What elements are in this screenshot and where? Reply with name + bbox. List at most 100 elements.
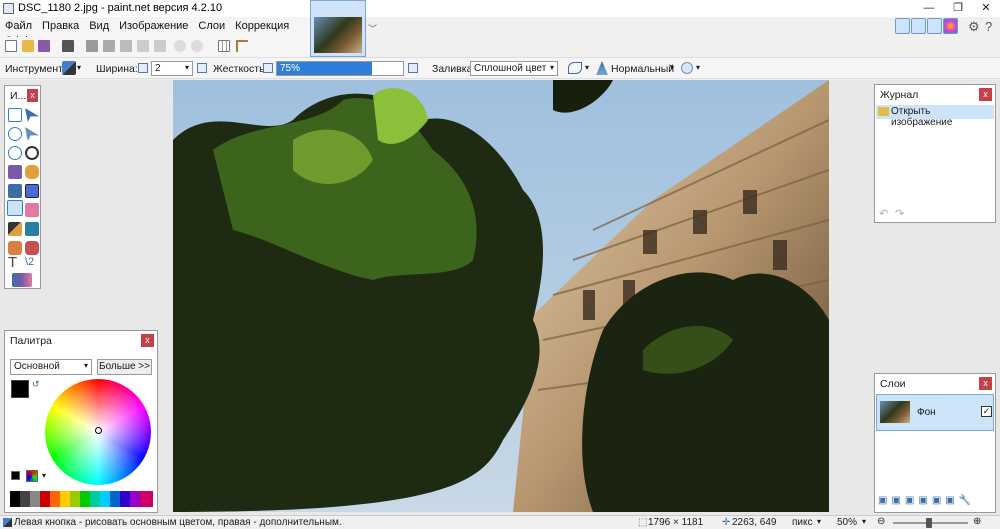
selection-dropdown-icon[interactable]: ▾ [696, 63, 700, 72]
tools-window-icon[interactable] [895, 18, 910, 34]
hardness-decrease-button[interactable] [263, 63, 273, 73]
layer-properties-icon[interactable]: 🔧 [959, 495, 975, 506]
palette-menu-icon[interactable] [26, 470, 38, 482]
redo-icon[interactable] [191, 40, 203, 52]
magic-wand-icon[interactable] [8, 165, 22, 179]
zoom-dropdown-icon[interactable]: ▾ [862, 517, 866, 526]
palette-menu-dropdown-icon[interactable]: ▾ [42, 471, 46, 480]
tool-dropdown-icon[interactable]: ▾ [77, 63, 81, 72]
menu-2[interactable]: Вид [84, 17, 114, 32]
zoom-in-icon[interactable]: ⊕ [973, 516, 981, 527]
menu-3[interactable]: Изображение [114, 17, 193, 32]
restore-button[interactable]: ❐ [944, 0, 972, 17]
ellipse-select-icon[interactable] [8, 146, 22, 160]
copy-icon[interactable] [103, 40, 115, 52]
crop-icon[interactable] [137, 40, 149, 52]
history-close-icon[interactable]: x [979, 88, 992, 101]
menu-0[interactable]: Файл [0, 17, 37, 32]
settings-gear-icon[interactable]: ⚙ [968, 19, 980, 35]
rectangle-select-icon[interactable] [8, 108, 22, 122]
layers-window-icon[interactable] [927, 18, 942, 34]
move-down-icon[interactable]: ▣ [945, 495, 958, 506]
primary-color-swatch[interactable] [11, 380, 29, 398]
print-icon[interactable] [62, 40, 74, 52]
width-decrease-button[interactable] [138, 63, 148, 73]
duplicate-layer-icon[interactable]: ▣ [905, 495, 918, 506]
new-icon[interactable] [5, 40, 17, 52]
line-curve-icon[interactable]: \2 [25, 256, 39, 270]
layer-row[interactable]: Фон ✓ [876, 394, 994, 431]
units-dropdown-icon[interactable]: ▾ [817, 517, 821, 526]
units-select[interactable]: пикс [792, 517, 813, 528]
ruler-icon[interactable] [236, 40, 248, 52]
blend-dropdown-icon[interactable]: ▾ [670, 63, 674, 72]
blend-mode-select[interactable]: Нормальный [611, 63, 674, 75]
merge-layer-icon[interactable]: ▣ [918, 495, 931, 506]
clone-stamp-icon[interactable] [8, 241, 22, 255]
save-icon[interactable] [38, 40, 50, 52]
redo-history-icon[interactable]: ↷ [895, 207, 904, 220]
delete-layer-icon[interactable]: ▣ [891, 495, 904, 506]
paintbrush-tool-icon[interactable] [62, 61, 76, 75]
minimize-button[interactable]: — [915, 0, 943, 17]
open-icon[interactable] [22, 40, 34, 52]
gradient-icon[interactable] [25, 184, 39, 198]
palette-close-icon[interactable]: x [141, 334, 154, 347]
color-wheel[interactable] [45, 379, 151, 485]
grid-icon[interactable] [218, 40, 230, 52]
width-increase-button[interactable] [197, 63, 207, 73]
history-item[interactable]: Открыть изображение [876, 105, 994, 128]
zoom-level[interactable]: 50% [837, 517, 857, 528]
tools-panel-title: И... [10, 90, 27, 102]
undo-history-icon[interactable]: ↶ [879, 207, 888, 220]
text-tool-icon[interactable]: T [8, 255, 22, 270]
eraser-icon[interactable] [25, 203, 39, 217]
palette-swatches[interactable] [10, 491, 153, 507]
lasso-icon[interactable] [8, 127, 22, 141]
menu-4[interactable]: Слои [193, 17, 230, 32]
selection-mode-icon[interactable] [681, 62, 693, 74]
recolor-icon[interactable] [25, 241, 39, 255]
move-selection-icon[interactable] [25, 108, 39, 122]
paint-bucket-icon[interactable] [8, 184, 22, 198]
zoom-out-icon[interactable]: ⊖ [877, 516, 885, 527]
paste-icon[interactable] [120, 40, 132, 52]
image-tab[interactable] [310, 0, 366, 57]
swap-colors-icon[interactable]: ↺ [32, 379, 40, 390]
hardness-increase-button[interactable] [408, 63, 418, 73]
layers-close-icon[interactable]: x [979, 377, 992, 390]
pencil-icon[interactable] [8, 222, 22, 236]
history-window-icon[interactable] [911, 18, 926, 34]
close-window-button[interactable]: ✕ [972, 0, 1000, 17]
more-colors-button[interactable]: Больше >> [97, 359, 152, 375]
hardness-slider[interactable]: 75% [276, 61, 404, 76]
layer-visibility-checkbox[interactable]: ✓ [981, 406, 992, 417]
color-picker-icon[interactable] [25, 222, 39, 236]
undo-icon[interactable] [174, 40, 186, 52]
fill-select[interactable]: Сплошной цвет ▾ [470, 61, 558, 76]
add-layer-icon[interactable]: ▣ [878, 495, 891, 506]
move-selected-icon[interactable] [25, 127, 39, 141]
pan-icon[interactable] [25, 165, 39, 179]
menu-1[interactable]: Правка [37, 17, 84, 32]
antialias-icon[interactable] [568, 62, 582, 74]
antialias-dropdown-icon[interactable]: ▾ [585, 63, 589, 72]
zoom-slider-thumb[interactable] [926, 518, 932, 528]
paintbrush-icon[interactable] [7, 200, 23, 216]
cut-icon[interactable] [86, 40, 98, 52]
image-canvas[interactable] [173, 80, 829, 512]
colors-window-icon[interactable] [943, 18, 958, 34]
image-list-dropdown-icon[interactable]: ﹀ [368, 22, 377, 35]
palette-mode-select[interactable]: Основной ▾ [10, 359, 92, 375]
tools-panel-close-icon[interactable]: x [27, 89, 38, 102]
zoom-icon[interactable] [25, 146, 39, 160]
deselect-icon[interactable] [154, 40, 166, 52]
menu-5[interactable]: Коррекция [230, 17, 294, 32]
zoom-slider[interactable] [893, 518, 968, 528]
shapes-icon[interactable] [12, 273, 32, 287]
width-input[interactable]: 2 ▾ [151, 61, 193, 76]
blend-mode-icon[interactable] [596, 61, 608, 75]
help-icon[interactable]: ? [985, 19, 992, 34]
move-up-icon[interactable]: ▣ [932, 495, 945, 506]
reset-colors-icon[interactable] [11, 471, 20, 480]
